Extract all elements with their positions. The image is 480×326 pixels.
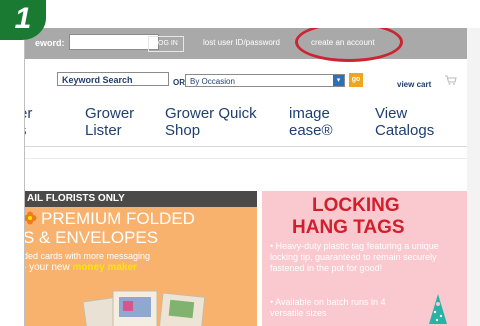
- nav-item-label: er: [25, 105, 33, 122]
- nav-item-partial[interactable]: er s: [25, 105, 33, 139]
- premium-folded-cards-banner[interactable]: AIL FLORISTS ONLY PREMIUM FOLDED S & ENV…: [25, 191, 257, 326]
- hang-tag-icon: [429, 294, 447, 324]
- tags-title-line1: LOCKING: [312, 195, 400, 216]
- banner-subtext: ded cards with more messaging: [25, 251, 151, 261]
- page-frame: eword: LOG IN lost user ID/password crea…: [24, 28, 467, 326]
- cards-photo-image: [82, 290, 206, 326]
- or-label: OR: [173, 78, 185, 87]
- keyword-search-input[interactable]: Keyword Search: [57, 72, 169, 86]
- login-button[interactable]: LOG IN: [148, 36, 184, 52]
- nav-item-view-catalogs[interactable]: View Catalogs: [375, 105, 434, 139]
- locking-hang-tags-banner[interactable]: LOCKING HANG TAGS • Heavy-duty plastic t…: [262, 191, 467, 326]
- password-input[interactable]: [69, 34, 159, 50]
- nav-item-grower-lister[interactable]: Grower Lister: [85, 105, 134, 139]
- tags-bullet: • Heavy-duty plastic tag featuring a uni…: [270, 241, 439, 273]
- money-maker-text: money maker: [72, 262, 137, 273]
- nav-item-label: Lister: [85, 122, 122, 139]
- banner-money-line: - your new money maker: [25, 262, 137, 273]
- tags-bullet: • Available on batch runs in 4 versatile…: [270, 297, 386, 318]
- nav-item-label: Grower Quick: [165, 105, 257, 122]
- nav-item-image-ease[interactable]: image ease®: [289, 105, 333, 139]
- banner-title-line1: PREMIUM FOLDED: [41, 209, 195, 228]
- password-label: eword:: [35, 38, 65, 48]
- nav-item-label: Shop: [165, 122, 201, 139]
- select-arrow-icon: ▾: [333, 75, 344, 86]
- nav-item-label: Catalogs: [375, 122, 435, 139]
- nav-item-label: image: [289, 105, 330, 122]
- nav-divider: [25, 146, 467, 147]
- florists-only-strip: AIL FLORISTS ONLY: [25, 191, 257, 207]
- nav-item-label: Grower: [85, 105, 135, 122]
- right-gutter: [466, 28, 480, 326]
- occasion-select[interactable]: By Occasion ▾: [185, 74, 345, 87]
- nav-item-grower-quick-shop[interactable]: Grower Quick Shop: [165, 105, 257, 139]
- lost-user-id-link[interactable]: lost user ID/password: [203, 38, 280, 47]
- nav-item-label: ease®: [289, 122, 333, 139]
- occasion-select-value: By Occasion: [190, 77, 235, 86]
- cart-icon[interactable]: [445, 75, 457, 85]
- nav-item-label: View: [375, 105, 408, 122]
- banner-title-line2: S & ENVELOPES: [25, 228, 159, 247]
- go-button[interactable]: go: [349, 73, 363, 87]
- nav-divider: [25, 158, 467, 159]
- view-cart-link[interactable]: view cart: [397, 80, 431, 89]
- nav-item-label: s: [25, 122, 32, 139]
- tags-title-line2: HANG TAGS: [292, 217, 405, 238]
